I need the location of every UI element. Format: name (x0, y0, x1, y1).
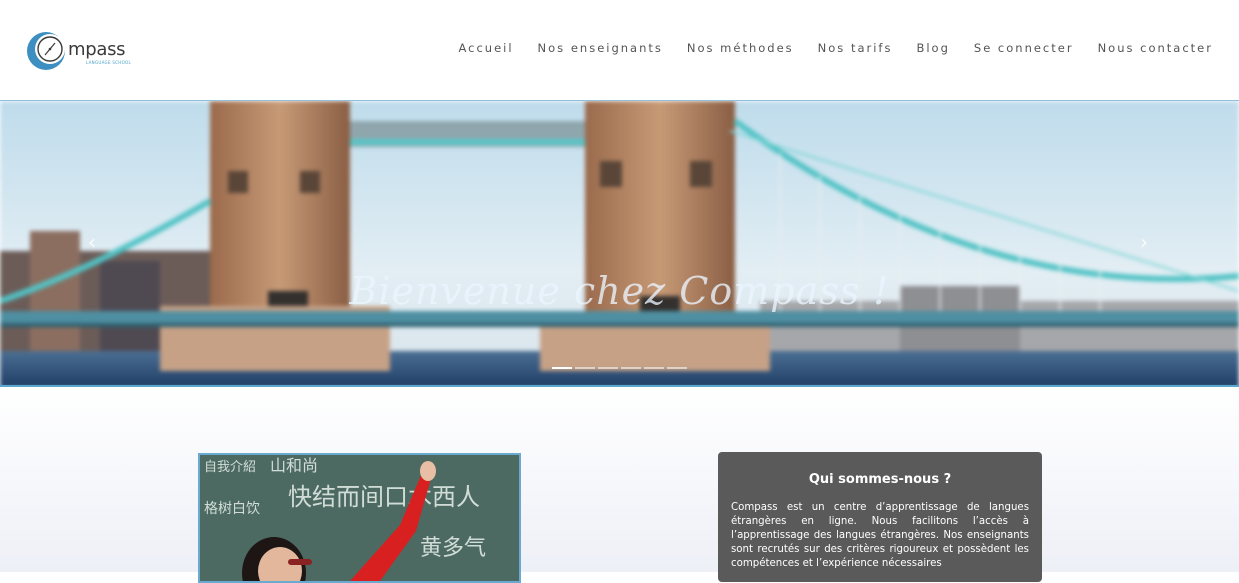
slider-dot[interactable] (621, 367, 641, 369)
site-header: mpass LANGUAGE SCHOOL Accueil Nos enseig… (0, 0, 1239, 100)
nav-item-blog[interactable]: Blog (916, 41, 949, 55)
main-nav: Accueil Nos enseignants Nos méthodes Nos… (434, 41, 1213, 55)
slider-dot[interactable] (552, 367, 572, 369)
slider-prev-arrow[interactable]: ‹ (88, 230, 96, 254)
slider-caption: Bienvenue chez Compass ! (349, 269, 890, 313)
nav-item-accueil[interactable]: Accueil (458, 41, 513, 55)
chalk-text: 自我介紹 (204, 460, 256, 475)
intro-section: 自我介紹 山和尚 快结而间口木西人 格树白饮 黄多气 Qui sommes-no… (0, 387, 1239, 583)
nav-item-enseignants[interactable]: Nos enseignants (538, 41, 663, 55)
slider-dot[interactable] (667, 367, 687, 369)
teacher-chalkboard-image: 自我介紹 山和尚 快结而间口木西人 格树白饮 黄多气 (200, 455, 519, 581)
nav-item-contact[interactable]: Nous contacter (1098, 41, 1213, 55)
slider-dot[interactable] (575, 367, 595, 369)
chalk-text: 山和尚 (270, 456, 318, 475)
chalk-text: 格树白饮 (204, 501, 260, 517)
slider-indicators (552, 367, 687, 369)
slider-next-arrow[interactable]: › (1140, 230, 1148, 254)
about-title: Qui sommes-nous ? (808, 472, 952, 487)
logo-text: mpass (68, 39, 126, 60)
nav-item-tarifs[interactable]: Nos tarifs (818, 41, 893, 55)
chalk-text: 快结而间口木西人 (288, 483, 480, 511)
about-card: Qui sommes-nous ? Compass est un centre … (718, 452, 1042, 582)
slider-dot[interactable] (644, 367, 664, 369)
logo-tagline: LANGUAGE SCHOOL (86, 60, 132, 65)
tower-bridge-photo (0, 101, 1239, 385)
teacher-chalkboard-photo: 自我介紹 山和尚 快结而间口木西人 格树白饮 黄多气 (198, 453, 521, 583)
chalk-text: 黄多气 (420, 536, 486, 561)
slider-dot[interactable] (598, 367, 618, 369)
about-text: Compass est un centre d’apprentissage de… (731, 502, 1029, 569)
compass-logo[interactable]: mpass LANGUAGE SCHOOL (26, 28, 136, 74)
nav-item-methodes[interactable]: Nos méthodes (687, 41, 794, 55)
compass-logo-icon (27, 32, 65, 70)
nav-item-se-connecter[interactable]: Se connecter (974, 41, 1074, 55)
hero-slider: ‹ › Bienvenue chez Compass ! (0, 100, 1239, 387)
